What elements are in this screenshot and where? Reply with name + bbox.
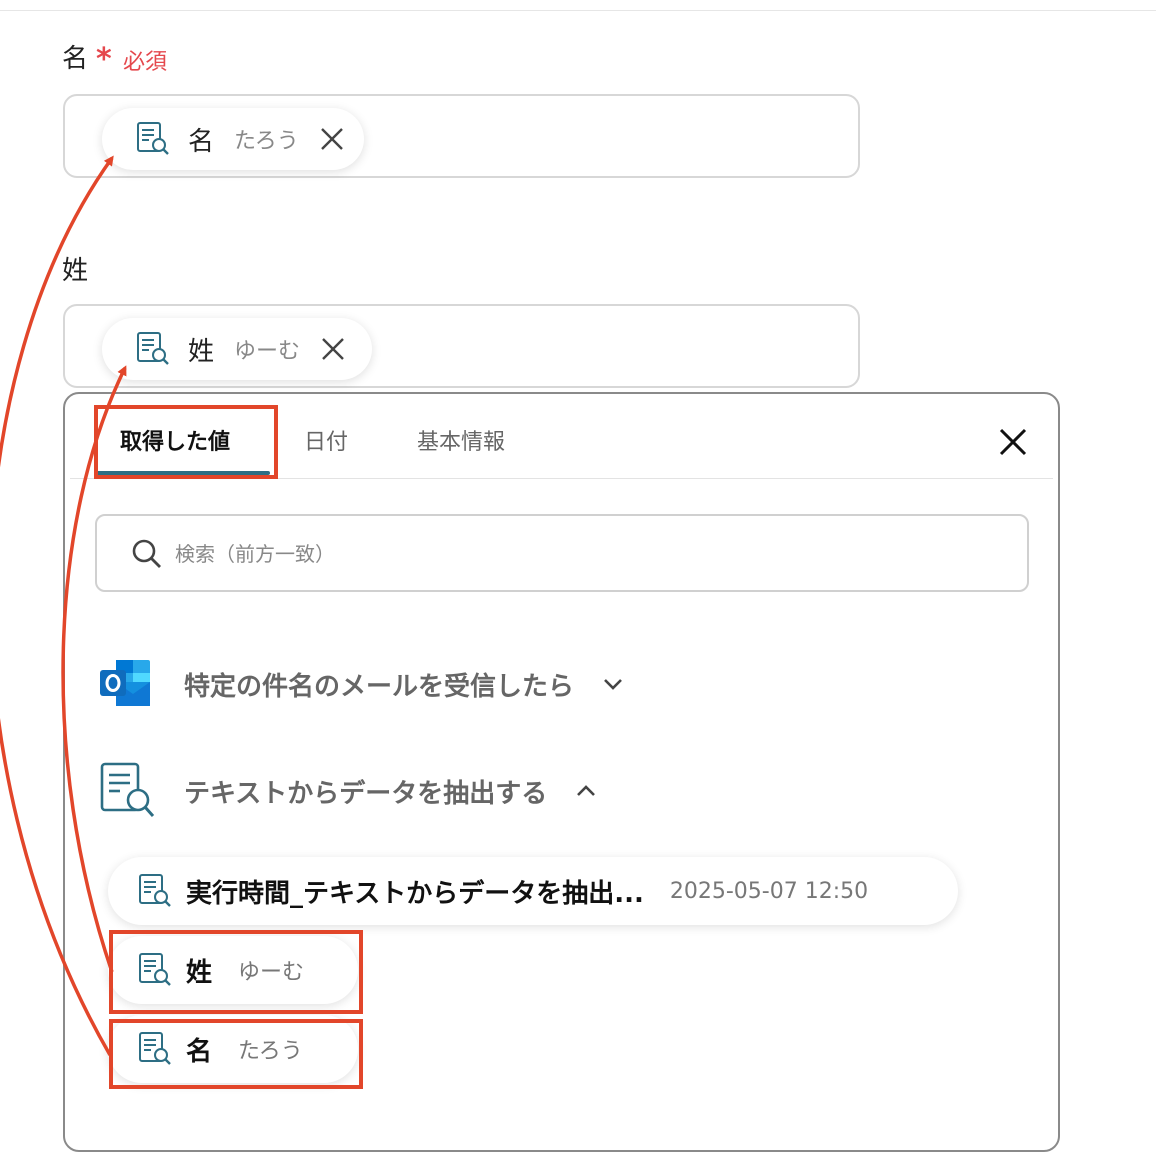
section-title: テキストからデータを抽出する: [184, 778, 548, 809]
last-name-input[interactable]: 姓 ゆーむ: [63, 304, 860, 388]
remove-token-icon[interactable]: [320, 336, 346, 362]
remove-token-icon[interactable]: [319, 126, 345, 152]
required-text: 必須: [123, 50, 168, 75]
last-name-label: 姓: [62, 256, 89, 286]
first-name-label: 名: [62, 44, 89, 74]
required-star: *: [96, 42, 112, 77]
document-search-icon: [139, 874, 171, 907]
section-mail-trigger[interactable]: 特定の件名のメールを受信したら: [100, 658, 626, 710]
highlight-box-tab: [94, 405, 278, 479]
chevron-up-icon[interactable]: [573, 778, 599, 804]
outlook-icon: [100, 660, 150, 706]
highlight-box-first-name: [109, 1019, 363, 1089]
tab-date[interactable]: 日付: [304, 424, 348, 456]
chevron-down-icon[interactable]: [600, 671, 626, 697]
search-icon: [132, 539, 161, 568]
token-name: 名: [188, 126, 215, 157]
token-name: 姓: [188, 336, 215, 367]
token-value: たろう: [234, 129, 299, 154]
item-name: 実行時間_テキストからデータを抽出...: [186, 878, 644, 909]
document-search-icon: [137, 122, 169, 155]
search-field[interactable]: [95, 514, 1029, 592]
highlight-box-last-name: [109, 930, 363, 1014]
close-icon[interactable]: [996, 425, 1030, 459]
top-divider: [0, 10, 1156, 11]
section-title: 特定の件名のメールを受信したら: [184, 671, 575, 702]
token-value: ゆーむ: [234, 339, 301, 364]
list-item-execution-time[interactable]: 実行時間_テキストからデータを抽出... 2025-05-07 12:50: [108, 857, 958, 925]
section-text-extraction[interactable]: テキストからデータを抽出する: [100, 762, 599, 820]
search-input[interactable]: [173, 534, 777, 574]
tab-basic-info[interactable]: 基本情報: [417, 424, 505, 456]
item-value: 2025-05-07 12:50: [669, 878, 869, 904]
document-search-icon: [100, 762, 155, 817]
document-search-icon: [137, 332, 169, 365]
first-name-input[interactable]: 名 たろう: [63, 94, 860, 178]
last-name-token[interactable]: 姓 ゆーむ: [102, 318, 372, 380]
first-name-token[interactable]: 名 たろう: [102, 108, 364, 170]
